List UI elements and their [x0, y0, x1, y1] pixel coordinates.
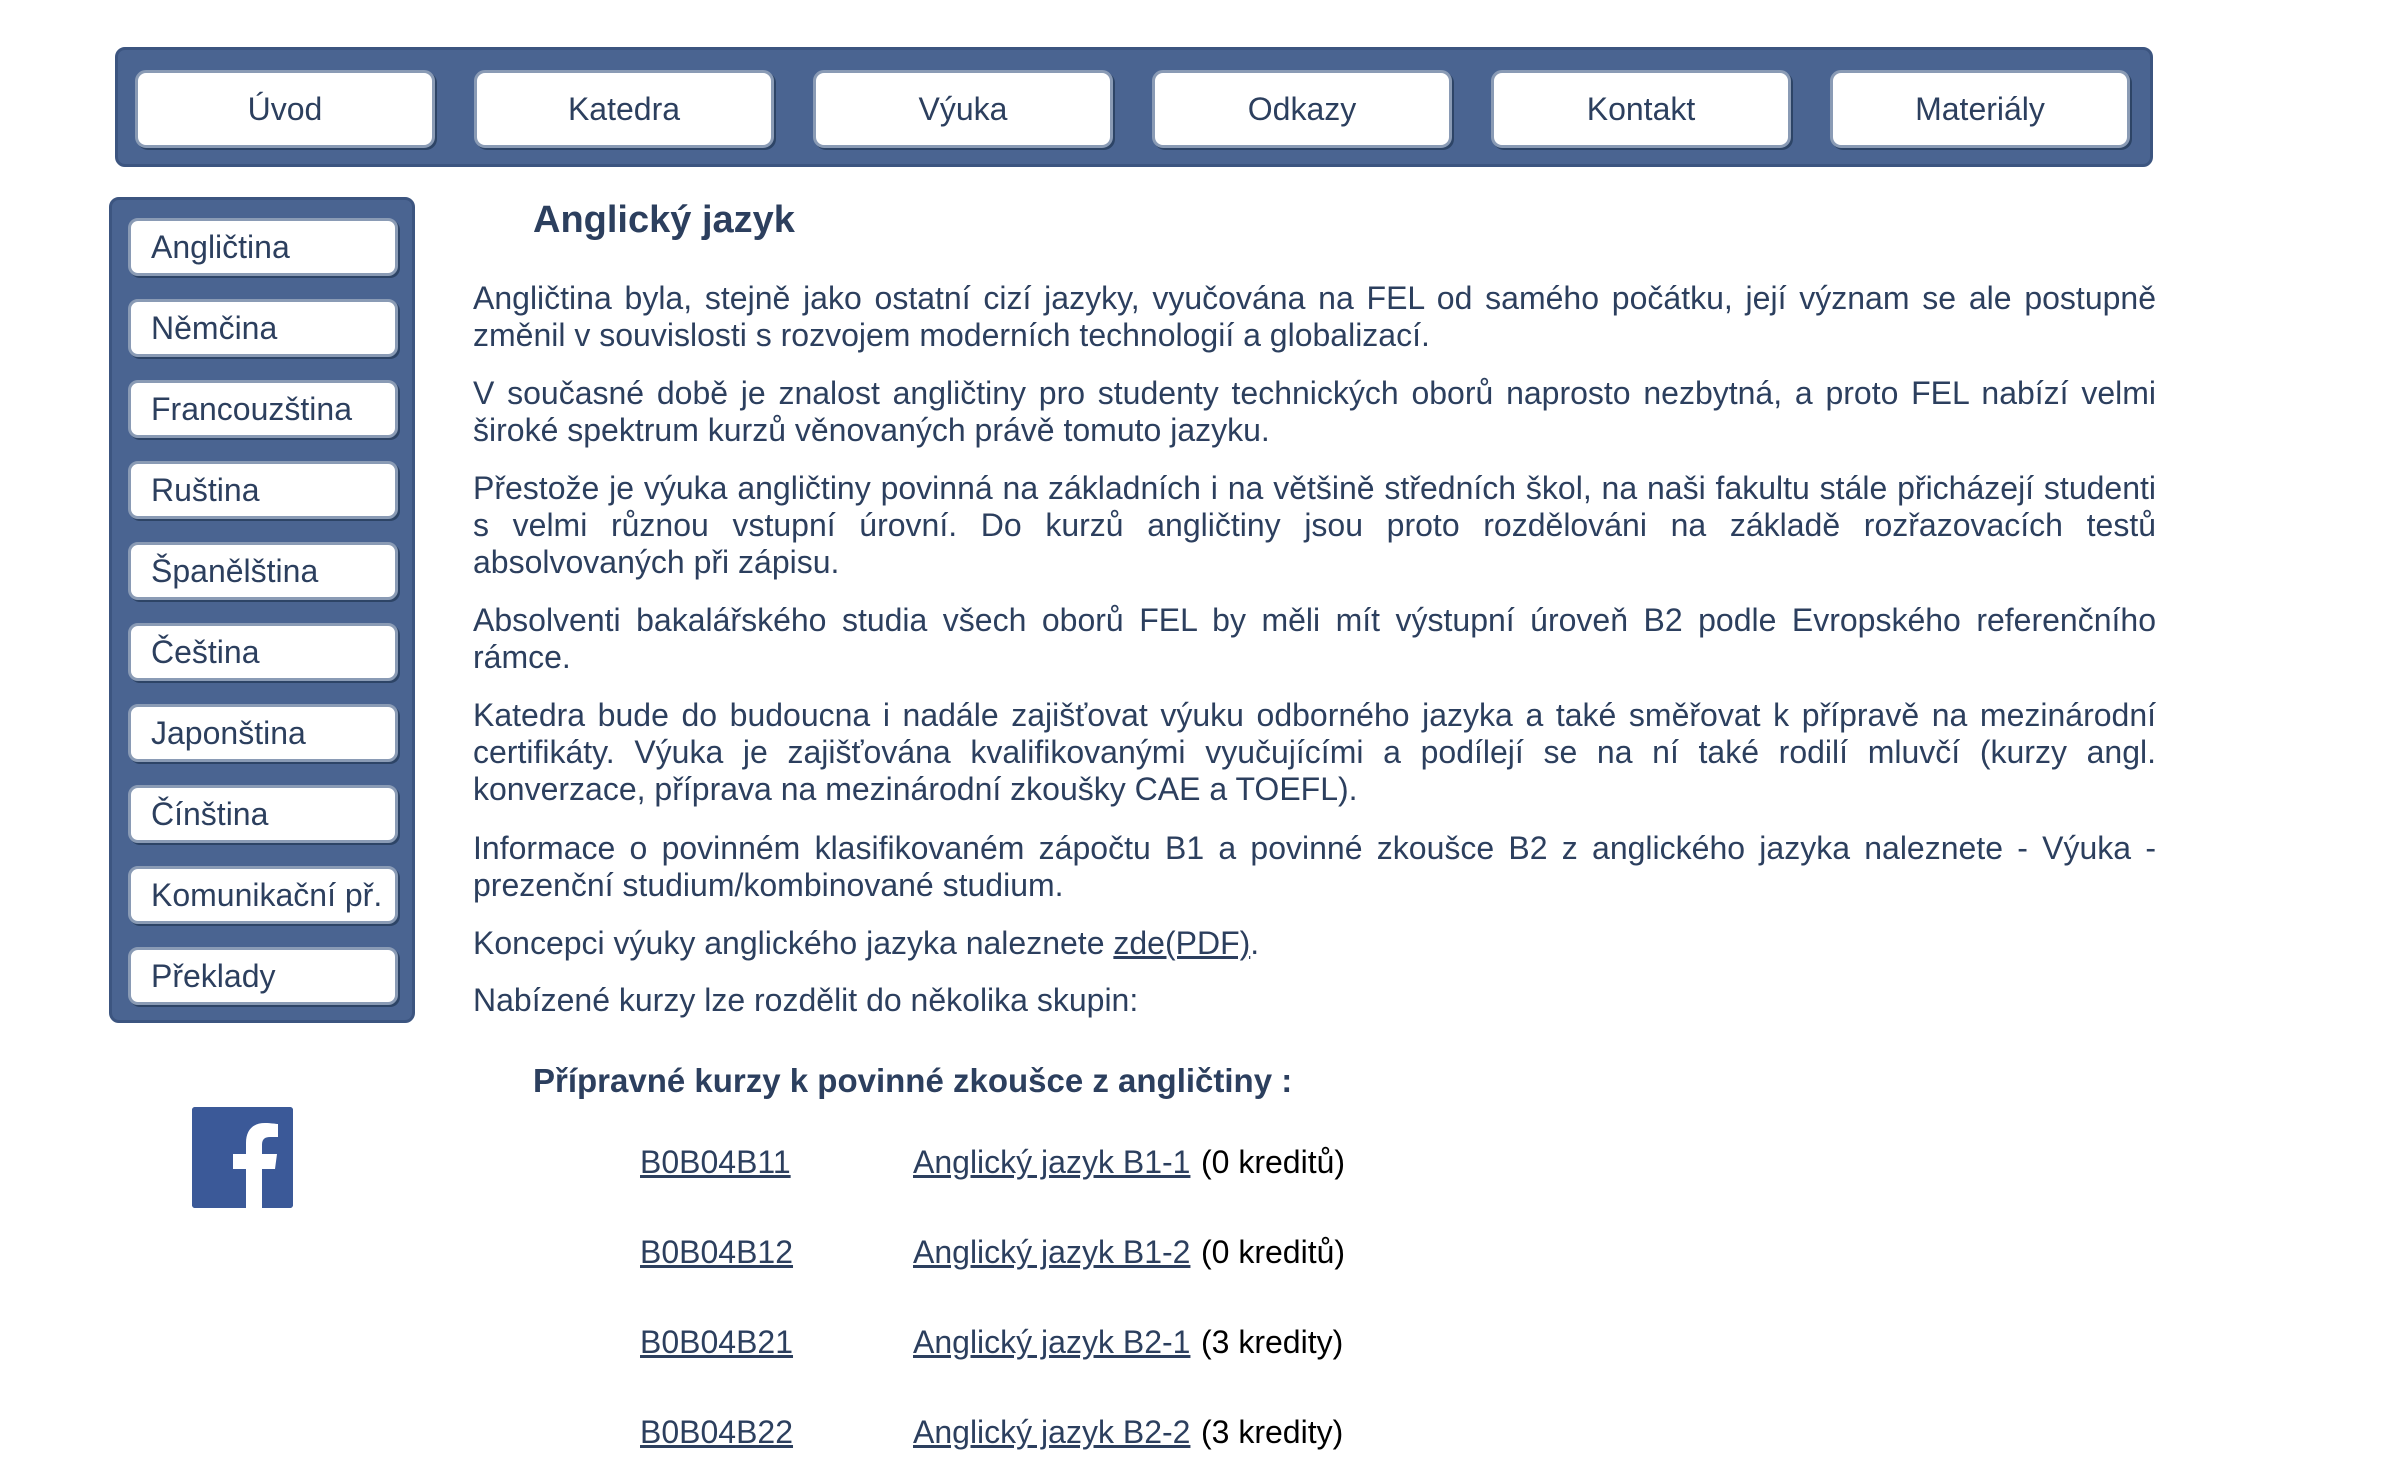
course-name-link[interactable]: Anglický jazyk B1-2: [913, 1232, 1190, 1272]
concept-pdf-link[interactable]: zde(PDF): [1113, 925, 1250, 961]
paragraph-importance: V současné době je znalost angličtiny pr…: [473, 375, 2156, 448]
sidebar-item-japonstina[interactable]: Japonština: [128, 704, 398, 762]
course-code-link[interactable]: B0B04B22: [640, 1412, 793, 1452]
paragraph-future: Katedra bude do budoucna i nadále zajišť…: [473, 697, 2156, 807]
section-title-preparatory-courses: Přípravné kurzy k povinné zkoušce z angl…: [533, 1062, 1293, 1099]
nav-materialy-button[interactable]: Materiály: [1830, 70, 2130, 148]
sidebar-item-komunikacni[interactable]: Komunikační př.: [128, 866, 398, 924]
paragraph-exam-info: Informace o povinném klasifikovaném zápo…: [473, 830, 2156, 903]
sidebar-item-cinstina[interactable]: Čínština: [128, 785, 398, 843]
nav-kontakt-button[interactable]: Kontakt: [1491, 70, 1791, 148]
paragraph-output-level: Absolventi bakalářského studia všech obo…: [473, 602, 2156, 675]
sidebar-item-cestina[interactable]: Čeština: [128, 623, 398, 681]
concept-text: Koncepci výuky anglického jazyka nalezne…: [473, 925, 1114, 961]
course-name-link[interactable]: Anglický jazyk B1-1: [913, 1142, 1190, 1182]
sidebar-item-francouzstina[interactable]: Francouzština: [128, 380, 398, 438]
paragraph-history: Angličtina byla, stejně jako ostatní ciz…: [473, 280, 2156, 353]
concept-period: .: [1250, 925, 1260, 961]
paragraph-entry-levels: Přestože je výuka angličtiny povinná na …: [473, 470, 2156, 580]
paragraph-concept: Koncepci výuky anglického jazyka nalezne…: [473, 925, 1259, 962]
course-code-link[interactable]: B0B04B11: [640, 1142, 791, 1182]
nav-odkazy-button[interactable]: Odkazy: [1152, 70, 1452, 148]
course-credits: (3 kredity): [1201, 1414, 1344, 1450]
sidebar-item-spanelstina[interactable]: Španělština: [128, 542, 398, 600]
course-name-link[interactable]: Anglický jazyk B2-2: [913, 1412, 1190, 1452]
main-content: Anglický jazyk Angličtina byla, stejně j…: [473, 190, 2156, 1450]
nav-vyuka-button[interactable]: Výuka: [813, 70, 1113, 148]
sidebar-item-anglictina[interactable]: Angličtina: [128, 218, 398, 276]
course-code-link[interactable]: B0B04B12: [640, 1232, 793, 1272]
course-name-link[interactable]: Anglický jazyk B2-1: [913, 1322, 1190, 1362]
facebook-icon[interactable]: [192, 1107, 293, 1208]
sidebar-item-preklady[interactable]: Překlady: [128, 947, 398, 1005]
course-credits: (0 kreditů): [1201, 1144, 1346, 1180]
sidebar-item-rustina[interactable]: Ruština: [128, 461, 398, 519]
sidebar-item-nemcina[interactable]: Němčina: [128, 299, 398, 357]
paragraph-groups-intro: Nabízené kurzy lze rozdělit do několika …: [473, 982, 1139, 1018]
course-credits: (0 kreditů): [1201, 1234, 1346, 1270]
nav-uvod-button[interactable]: Úvod: [135, 70, 435, 148]
top-navigation: Úvod Katedra Výuka Odkazy Kontakt Materi…: [115, 47, 2153, 167]
page-title: Anglický jazyk: [533, 199, 795, 241]
course-credits: (3 kredity): [1201, 1324, 1344, 1360]
course-code-link[interactable]: B0B04B21: [640, 1322, 793, 1362]
language-sidebar: Angličtina Němčina Francouzština Ruština…: [109, 197, 415, 1023]
nav-katedra-button[interactable]: Katedra: [474, 70, 774, 148]
